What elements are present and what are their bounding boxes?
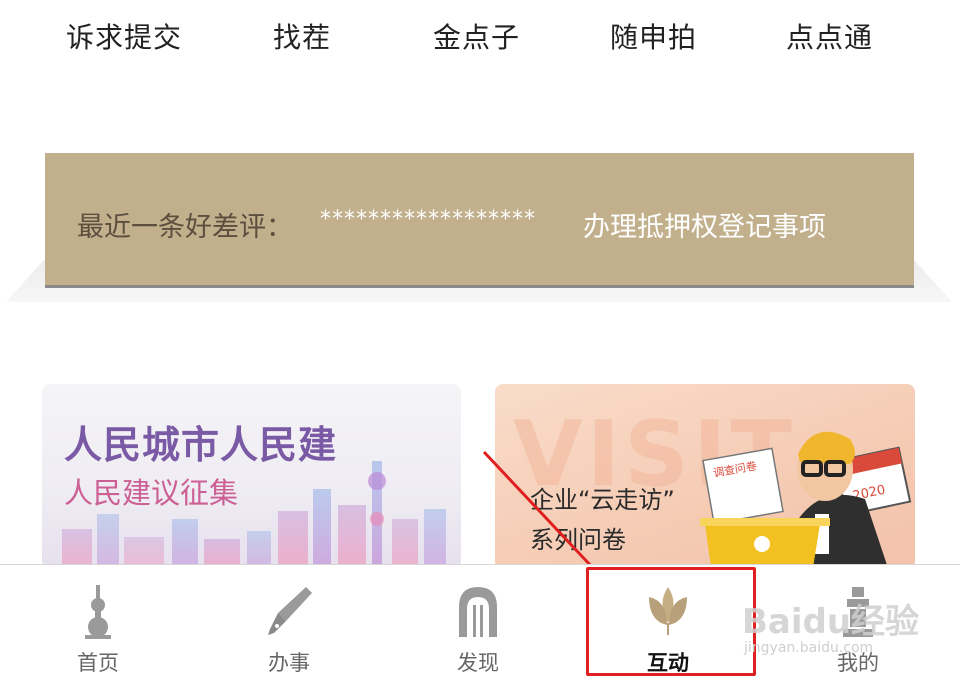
service-dian-dian-tong[interactable]: 点点通: [786, 16, 873, 56]
tower-icon: [843, 587, 873, 637]
review-banner[interactable]: 最近一条好差评： ****************** 办理抵押权登记事项: [45, 153, 914, 285]
promo-card-title: 企业“云走访”: [530, 486, 675, 514]
review-banner-text: 办理抵押权登记事项: [583, 212, 826, 243]
nav-interact[interactable]: 互动: [608, 565, 728, 681]
nav-label-home: 首页: [77, 651, 119, 675]
nav-label-mine: 我的: [837, 651, 879, 675]
nav-label-discover: 发现: [457, 651, 499, 675]
service-row: 诉求提交 找茬 金点子 随申拍 点点通: [0, 0, 960, 78]
nav-home[interactable]: 首页: [38, 565, 158, 681]
survey-mascot-illustration: 2020 调查问卷: [700, 431, 912, 569]
service-find-fault[interactable]: 找茬: [273, 16, 331, 56]
fountain-pen-icon: [268, 587, 312, 635]
promo-card-people-city[interactable]: 人民城市人民建 人民建议征集: [42, 384, 461, 569]
nav-label-services: 办事: [268, 651, 310, 675]
nav-label-interact: 互动: [647, 651, 689, 675]
bottom-nav-bar: 首页 办事 发现 互动 我的: [0, 564, 960, 681]
review-banner-prefix: 最近一条好差评：: [77, 212, 293, 243]
service-snapshot-report[interactable]: 随申拍: [610, 16, 697, 56]
arch-gate-icon: [459, 587, 497, 637]
service-appeal-submit[interactable]: 诉求提交: [66, 16, 182, 56]
promo-card-subtitle: 系列问卷: [530, 526, 626, 554]
service-golden-idea[interactable]: 金点子: [433, 16, 520, 56]
magnolia-flower-icon: [649, 587, 687, 635]
review-banner-masked: ******************: [320, 207, 536, 232]
oriental-pearl-tower-icon: [85, 585, 111, 639]
promo-card-subtitle: 人民建议征集: [64, 476, 239, 510]
nav-mine[interactable]: 我的: [798, 565, 918, 681]
promo-card-title: 人民城市人民建: [64, 423, 338, 467]
promo-card-enterprise-visit[interactable]: VISIT 2020 调查问卷 企业“云走访” 系列问卷: [495, 384, 915, 569]
nav-discover[interactable]: 发现: [418, 565, 538, 681]
nav-services[interactable]: 办事: [229, 565, 349, 681]
